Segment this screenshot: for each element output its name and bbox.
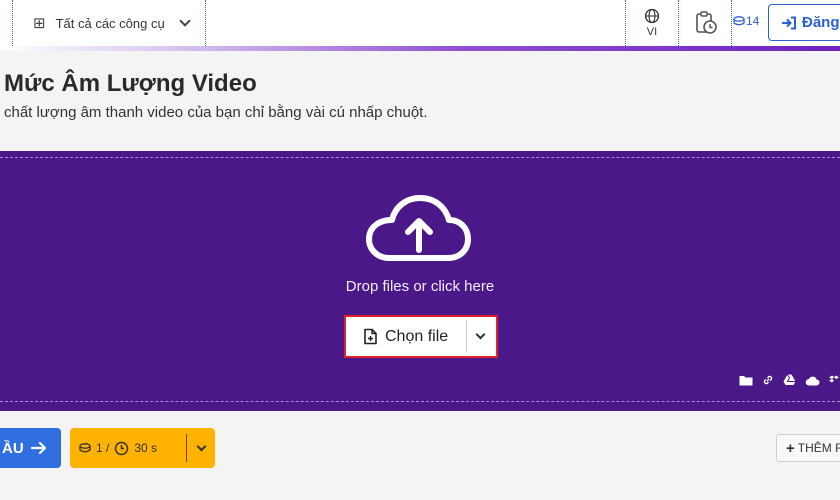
usage-quota-button[interactable]: 1 / 30 s	[70, 428, 215, 468]
file-add-icon	[364, 328, 377, 345]
coin-stack-icon	[733, 16, 745, 26]
clock-icon	[115, 441, 129, 455]
language-code: VI	[646, 26, 658, 38]
choose-file-label: Chọn file	[385, 327, 449, 345]
dropbox-icon[interactable]	[829, 373, 839, 391]
choose-file-highlight: Chọn file	[344, 315, 498, 358]
all-tools-menu[interactable]: ⊞ Tất cả các công cụ	[12, 0, 206, 46]
language-selector[interactable]: VI	[625, 0, 679, 46]
dropzone-bottom-border	[0, 401, 840, 402]
history-button[interactable]	[680, 0, 732, 46]
start-label: ẦU	[2, 439, 24, 457]
start-button[interactable]: ẦU	[0, 428, 61, 468]
header-accent-stripe	[0, 46, 840, 51]
dropzone-top-border	[0, 157, 840, 158]
page-title: Mức Âm Lượng Video	[4, 70, 257, 97]
login-arrow-icon	[782, 16, 796, 29]
google-drive-icon[interactable]	[783, 373, 796, 391]
login-label: Đăng	[802, 14, 840, 31]
chevron-down-icon	[475, 329, 485, 340]
top-navigation-bar: ⊞ Tất cả các công cụ VI 14 Đăng	[0, 0, 840, 46]
drop-prompt: Drop files or click here	[345, 278, 495, 295]
link-icon[interactable]	[762, 373, 774, 391]
choose-file-button-group: Chọn file	[349, 320, 493, 353]
file-drop-zone[interactable]: Drop files or click here Chọn file	[0, 151, 840, 411]
cloud-upload-icon	[366, 195, 471, 261]
usage-quota-info: 1 / 30 s	[70, 441, 186, 456]
quota-files: 1 /	[96, 441, 110, 455]
choose-file-button[interactable]: Chọn file	[349, 320, 466, 353]
globe-icon	[644, 8, 660, 24]
quota-dropdown-toggle[interactable]	[187, 441, 215, 451]
choose-file-dropdown-toggle[interactable]	[467, 320, 493, 353]
quota-time: 30 s	[134, 441, 158, 455]
folder-icon[interactable]	[739, 373, 753, 391]
arrow-right-icon	[30, 441, 46, 455]
page-subtitle: chất lượng âm thanh video của bạn chỉ bằ…	[4, 104, 428, 121]
plus-icon: +	[786, 439, 795, 457]
cloud-icon[interactable]	[805, 373, 820, 391]
credits-counter[interactable]: 14	[733, 14, 759, 28]
add-more-label: THÊM F	[797, 441, 840, 455]
credits-count: 14	[746, 14, 760, 28]
coin-stack-icon	[79, 443, 91, 453]
all-tools-label: Tất cả các công cụ	[55, 15, 165, 31]
login-button[interactable]: Đăng	[768, 4, 840, 41]
clipboard-clock-icon	[695, 11, 717, 34]
grid-icon: ⊞	[33, 15, 46, 32]
upload-sources	[739, 373, 839, 391]
add-more-files-button[interactable]: + THÊM F	[776, 434, 840, 462]
chevron-down-icon	[196, 441, 206, 451]
chevron-down-icon	[179, 15, 191, 27]
